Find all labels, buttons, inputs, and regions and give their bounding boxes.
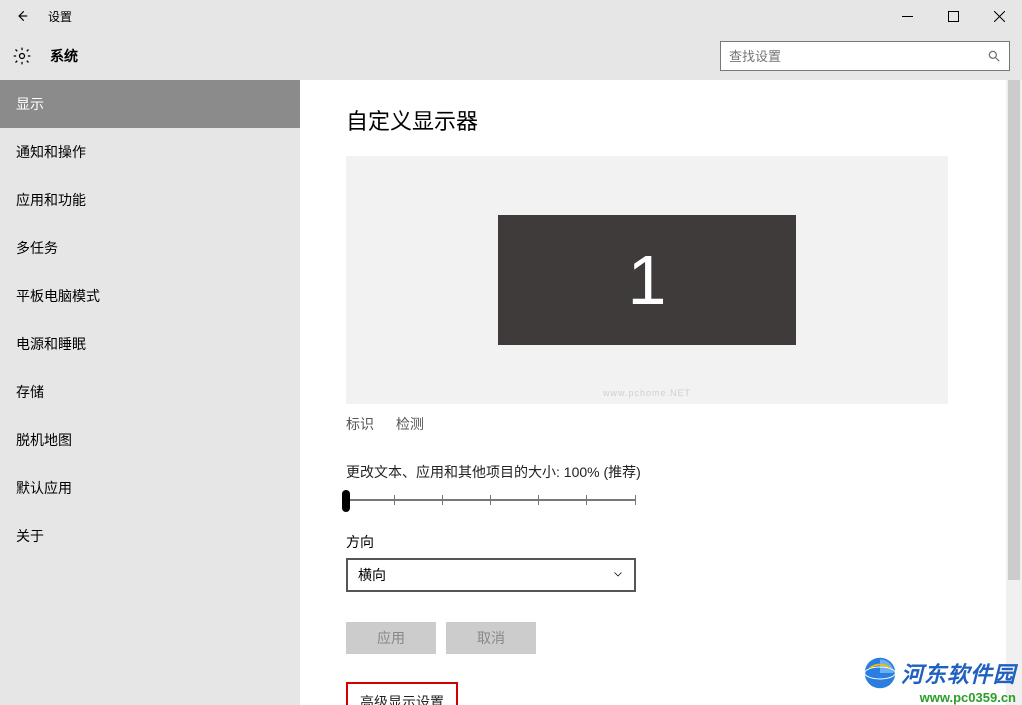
sidebar-item-display[interactable]: 显示 xyxy=(0,80,300,128)
sidebar-item-storage[interactable]: 存储 xyxy=(0,368,300,416)
close-button[interactable] xyxy=(976,0,1022,32)
content-area: 自定义显示器 1 www.pchome.NET 标识 检测 更改文本、应用和其他… xyxy=(300,80,1022,705)
dropdown-chevron xyxy=(612,567,624,583)
preview-watermark: www.pchome.NET xyxy=(346,388,948,398)
back-arrow-icon xyxy=(15,9,29,23)
slider-track xyxy=(346,499,636,501)
scale-slider[interactable] xyxy=(346,490,636,510)
identify-link[interactable]: 标识 xyxy=(346,416,374,432)
monitor-tile[interactable]: 1 xyxy=(498,215,796,345)
window-title: 设置 xyxy=(44,8,72,25)
search-input[interactable] xyxy=(721,49,979,64)
site-watermark: 河东软件园 www.pc0359.cn xyxy=(863,656,1016,705)
sidebar-item-offline-maps[interactable]: 脱机地图 xyxy=(0,416,300,464)
close-icon xyxy=(994,11,1005,22)
apply-button[interactable]: 应用 xyxy=(346,622,436,654)
sidebar-item-about[interactable]: 关于 xyxy=(0,512,300,560)
breadcrumb: 系统 xyxy=(44,46,78,66)
sidebar-item-label: 默认应用 xyxy=(16,478,72,498)
search-icon xyxy=(987,49,1001,63)
window-titlebar: 设置 xyxy=(0,0,1022,32)
sidebar-item-label: 关于 xyxy=(16,526,44,546)
page-heading: 自定义显示器 xyxy=(346,104,996,136)
advanced-display-link[interactable]: 高级显示设置 xyxy=(346,682,458,705)
settings-header: 系统 xyxy=(0,32,1022,80)
search-box[interactable] xyxy=(720,41,1010,71)
minimize-icon xyxy=(902,11,913,22)
sidebar-item-label: 多任务 xyxy=(16,238,58,258)
sidebar-item-default-apps[interactable]: 默认应用 xyxy=(0,464,300,512)
sidebar-item-label: 通知和操作 xyxy=(16,142,86,162)
sidebar-item-label: 存储 xyxy=(16,382,44,402)
sidebar-item-power[interactable]: 电源和睡眠 xyxy=(0,320,300,368)
sidebar-item-label: 电源和睡眠 xyxy=(16,334,86,354)
back-button[interactable] xyxy=(0,0,44,32)
maximize-button[interactable] xyxy=(930,0,976,32)
orientation-label: 方向 xyxy=(346,532,996,552)
vertical-scrollbar[interactable] xyxy=(1006,80,1022,705)
orientation-dropdown[interactable]: 横向 xyxy=(346,558,636,592)
maximize-icon xyxy=(948,11,959,22)
cancel-button[interactable]: 取消 xyxy=(446,622,536,654)
sidebar-item-notifications[interactable]: 通知和操作 xyxy=(0,128,300,176)
minimize-button[interactable] xyxy=(884,0,930,32)
scale-label: 更改文本、应用和其他项目的大小: 100% (推荐) xyxy=(346,462,996,482)
sidebar-item-label: 应用和功能 xyxy=(16,190,86,210)
sidebar: 显示 通知和操作 应用和功能 多任务 平板电脑模式 电源和睡眠 存储 脱机地图 … xyxy=(0,80,300,705)
sidebar-item-tablet[interactable]: 平板电脑模式 xyxy=(0,272,300,320)
watermark-url: www.pc0359.cn xyxy=(863,690,1016,705)
gear-icon xyxy=(12,46,32,66)
slider-thumb[interactable] xyxy=(342,490,350,512)
sidebar-item-apps[interactable]: 应用和功能 xyxy=(0,176,300,224)
settings-gear[interactable] xyxy=(0,46,44,66)
display-preview[interactable]: 1 www.pchome.NET xyxy=(346,156,948,404)
scrollbar-thumb[interactable] xyxy=(1008,80,1020,580)
detect-link[interactable]: 检测 xyxy=(396,416,424,432)
sidebar-item-label: 显示 xyxy=(16,94,44,114)
watermark-logo-icon xyxy=(863,656,897,690)
sidebar-item-label: 平板电脑模式 xyxy=(16,286,100,306)
sidebar-item-multitask[interactable]: 多任务 xyxy=(0,224,300,272)
sidebar-item-label: 脱机地图 xyxy=(16,430,72,450)
search-icon-wrap[interactable] xyxy=(979,49,1009,63)
orientation-value: 横向 xyxy=(358,565,612,585)
watermark-text: 河东软件园 xyxy=(901,657,1016,689)
chevron-down-icon xyxy=(612,568,624,580)
monitor-number: 1 xyxy=(628,240,667,320)
